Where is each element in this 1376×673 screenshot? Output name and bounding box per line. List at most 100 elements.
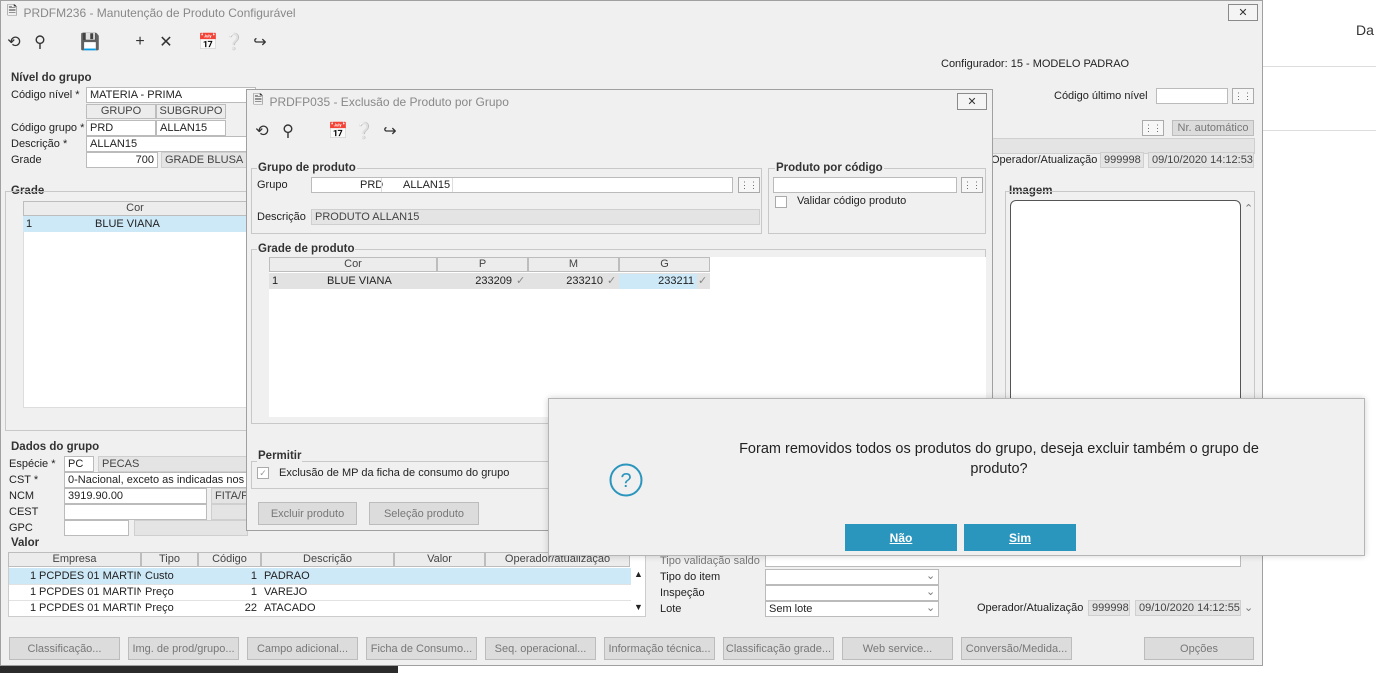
refresh-icon[interactable]: ⟲ [1, 31, 27, 53]
gpc-field[interactable] [64, 520, 129, 536]
dialog-message: Foram removidos todos os produtos do gru… [669, 439, 1329, 479]
sub-refresh-icon[interactable]: ⟲ [249, 120, 275, 142]
sub-produto-field[interactable] [773, 177, 957, 193]
dados-section-title: Dados do grupo [11, 441, 100, 453]
main-close-button[interactable]: ✕ [1228, 4, 1258, 21]
classificacao-button[interactable]: Classificação... [9, 637, 120, 660]
lote-select[interactable]: Sem lote [765, 601, 939, 617]
imagem-scroll-up-icon[interactable]: ⌃ [1244, 202, 1253, 215]
search-icon[interactable]: ⚲ [27, 31, 53, 53]
valor-row-2-tipo: Preço [145, 586, 174, 598]
right-scroll-down-icon[interactable]: ⌄ [1244, 601, 1253, 614]
valor-scroll-down-icon[interactable]: ▼ [634, 602, 643, 612]
exit-icon[interactable]: ↪ [247, 31, 273, 53]
grade-col-cor: Cor [23, 201, 247, 216]
sub-descricao-field: PRODUTO ALLAN15 [311, 209, 760, 225]
sub-grupo-section-title: Grupo de produto [257, 162, 357, 174]
sub-permitir-section-title: Permitir [257, 450, 303, 462]
calendar-icon[interactable]: 📅 [195, 31, 221, 53]
codigo-nivel-field[interactable]: MATERIA - PRIMA [86, 87, 256, 103]
tipo-validacao-label: Tipo validação saldo [660, 555, 760, 567]
ncm-desc-field: FITA/PL [211, 488, 248, 504]
add-icon[interactable]: + [127, 31, 153, 53]
valor-scroll-up-icon[interactable]: ▲ [634, 569, 643, 579]
grade-label: Grade [11, 154, 42, 166]
sub-grupo-divider2 [452, 178, 453, 192]
sub-grade-row-m[interactable]: 233210 [528, 274, 606, 289]
sub-help-icon[interactable]: ❔ [351, 120, 377, 142]
valor-row-1-codigo: 1 [250, 570, 257, 582]
sub-excluir-button[interactable]: Excluir produto [258, 502, 357, 525]
conversao-medida-button[interactable]: Conversão/Medida... [961, 637, 1072, 660]
valor-row-3-tipo: Preço [145, 602, 174, 614]
seq-operacional-button[interactable]: Seq. operacional... [485, 637, 596, 660]
sub-descricao-label: Descrição [257, 211, 306, 223]
imagem-box [1010, 200, 1241, 420]
dialog-message-line1: Foram removidos todos os produtos do gru… [739, 441, 1259, 457]
valor-row-3-descricao: ATACADO [264, 602, 316, 614]
sub-close-button[interactable]: ✕ [957, 93, 987, 110]
lote-label: Lote [660, 603, 682, 615]
operador2-field: 999998 [1088, 600, 1130, 616]
document-icon: 🗎 [7, 3, 18, 18]
sub-grade-row-g[interactable]: 233211 [619, 274, 697, 289]
sub-grade-row-p[interactable]: 233209 [437, 274, 515, 289]
save-icon[interactable]: 💾 [77, 31, 103, 53]
taskbar-strip [0, 666, 398, 673]
cest-field[interactable] [64, 504, 207, 520]
cest-label: CEST [9, 506, 39, 518]
sub-selecao-button[interactable]: Seleção produto [369, 502, 479, 525]
sub-grupo-lookup-icon[interactable]: ⋮⋮ [738, 177, 760, 193]
operador-field: 999998 [1100, 152, 1144, 168]
sub-exit-icon[interactable]: ↪ [377, 120, 403, 142]
subgrupo-header: SUBGRUPO [156, 104, 226, 119]
inspecao-label: Inspeção [660, 587, 705, 599]
img-prod-grupo-button[interactable]: Img. de prod/grupo... [128, 637, 239, 660]
grade-code-field[interactable]: 700 [86, 152, 158, 168]
classificacao-grade-button[interactable]: Classificação grade... [723, 637, 834, 660]
sub-search-icon[interactable]: ⚲ [275, 120, 301, 142]
sub-produto-lookup-icon[interactable]: ⋮⋮ [961, 177, 983, 193]
sub-grade-p-check-icon[interactable]: ✓ [516, 274, 525, 287]
codigo-ultimo-nivel-lookup-icon[interactable]: ⋮⋮ [1232, 88, 1254, 104]
sub-grade-row-cor: BLUE VIANA [327, 275, 392, 287]
especie-code-field[interactable]: PC [64, 456, 94, 472]
nao-button[interactable]: Não [845, 524, 957, 551]
cst-field[interactable]: 0-Nacional, exceto as indicadas nos [64, 472, 248, 488]
ncm-field[interactable]: 3919.90.00 [64, 488, 207, 504]
valor-col-tipo: Tipo [141, 552, 198, 567]
subgrupo-field[interactable]: ALLAN15 [156, 120, 226, 136]
nivel-section-title: Nível do grupo [11, 72, 92, 84]
sub-grupo-label: Grupo [257, 179, 288, 191]
web-service-button[interactable]: Web service... [842, 637, 953, 660]
cest-desc-field [211, 504, 248, 520]
tipo-item-chevron-icon[interactable]: ⌄ [926, 569, 935, 582]
tipo-item-select[interactable] [765, 569, 939, 585]
delete-icon[interactable]: ✕ [153, 31, 179, 53]
sub-produto-section-title: Produto por código [775, 162, 884, 174]
inspecao-select[interactable] [765, 585, 939, 601]
inspecao-chevron-icon[interactable]: ⌄ [926, 585, 935, 598]
opcoes-button[interactable]: Opções [1144, 637, 1254, 660]
nr-automatico-lookup-icon[interactable]: ⋮⋮ [1142, 120, 1164, 136]
sub-grade-g-check-icon[interactable]: ✓ [698, 274, 707, 287]
valor-row-2-descricao: VAREJO [264, 586, 308, 598]
sub-grade-m-check-icon[interactable]: ✓ [607, 274, 616, 287]
campo-adicional-button[interactable]: Campo adicional... [247, 637, 358, 660]
nr-automatico-button[interactable]: Nr. automático [1172, 120, 1254, 136]
informacao-tecnica-button[interactable]: Informação técnica... [604, 637, 715, 660]
ficha-consumo-button[interactable]: Ficha de Consumo... [366, 637, 477, 660]
help-icon[interactable]: ❔ [221, 31, 247, 53]
especie-label: Espécie * [9, 458, 56, 470]
grupo-field[interactable]: PRD [86, 120, 156, 136]
codigo-ultimo-nivel-field[interactable] [1156, 88, 1228, 104]
sim-button[interactable]: Sim [964, 524, 1076, 551]
sub-calendar-icon[interactable]: 📅 [325, 120, 351, 142]
descricao-label: Descrição * [11, 138, 68, 150]
descricao-field[interactable]: ALLAN15 [86, 136, 256, 152]
sub-permitir-checkbox[interactable]: ✓ [257, 467, 269, 479]
valor-row-1-tipo: Custo [145, 570, 174, 582]
lote-chevron-icon[interactable]: ⌄ [926, 601, 935, 614]
operador-label: Operador/Atualização [991, 154, 1098, 166]
sub-validar-checkbox[interactable] [775, 196, 787, 208]
